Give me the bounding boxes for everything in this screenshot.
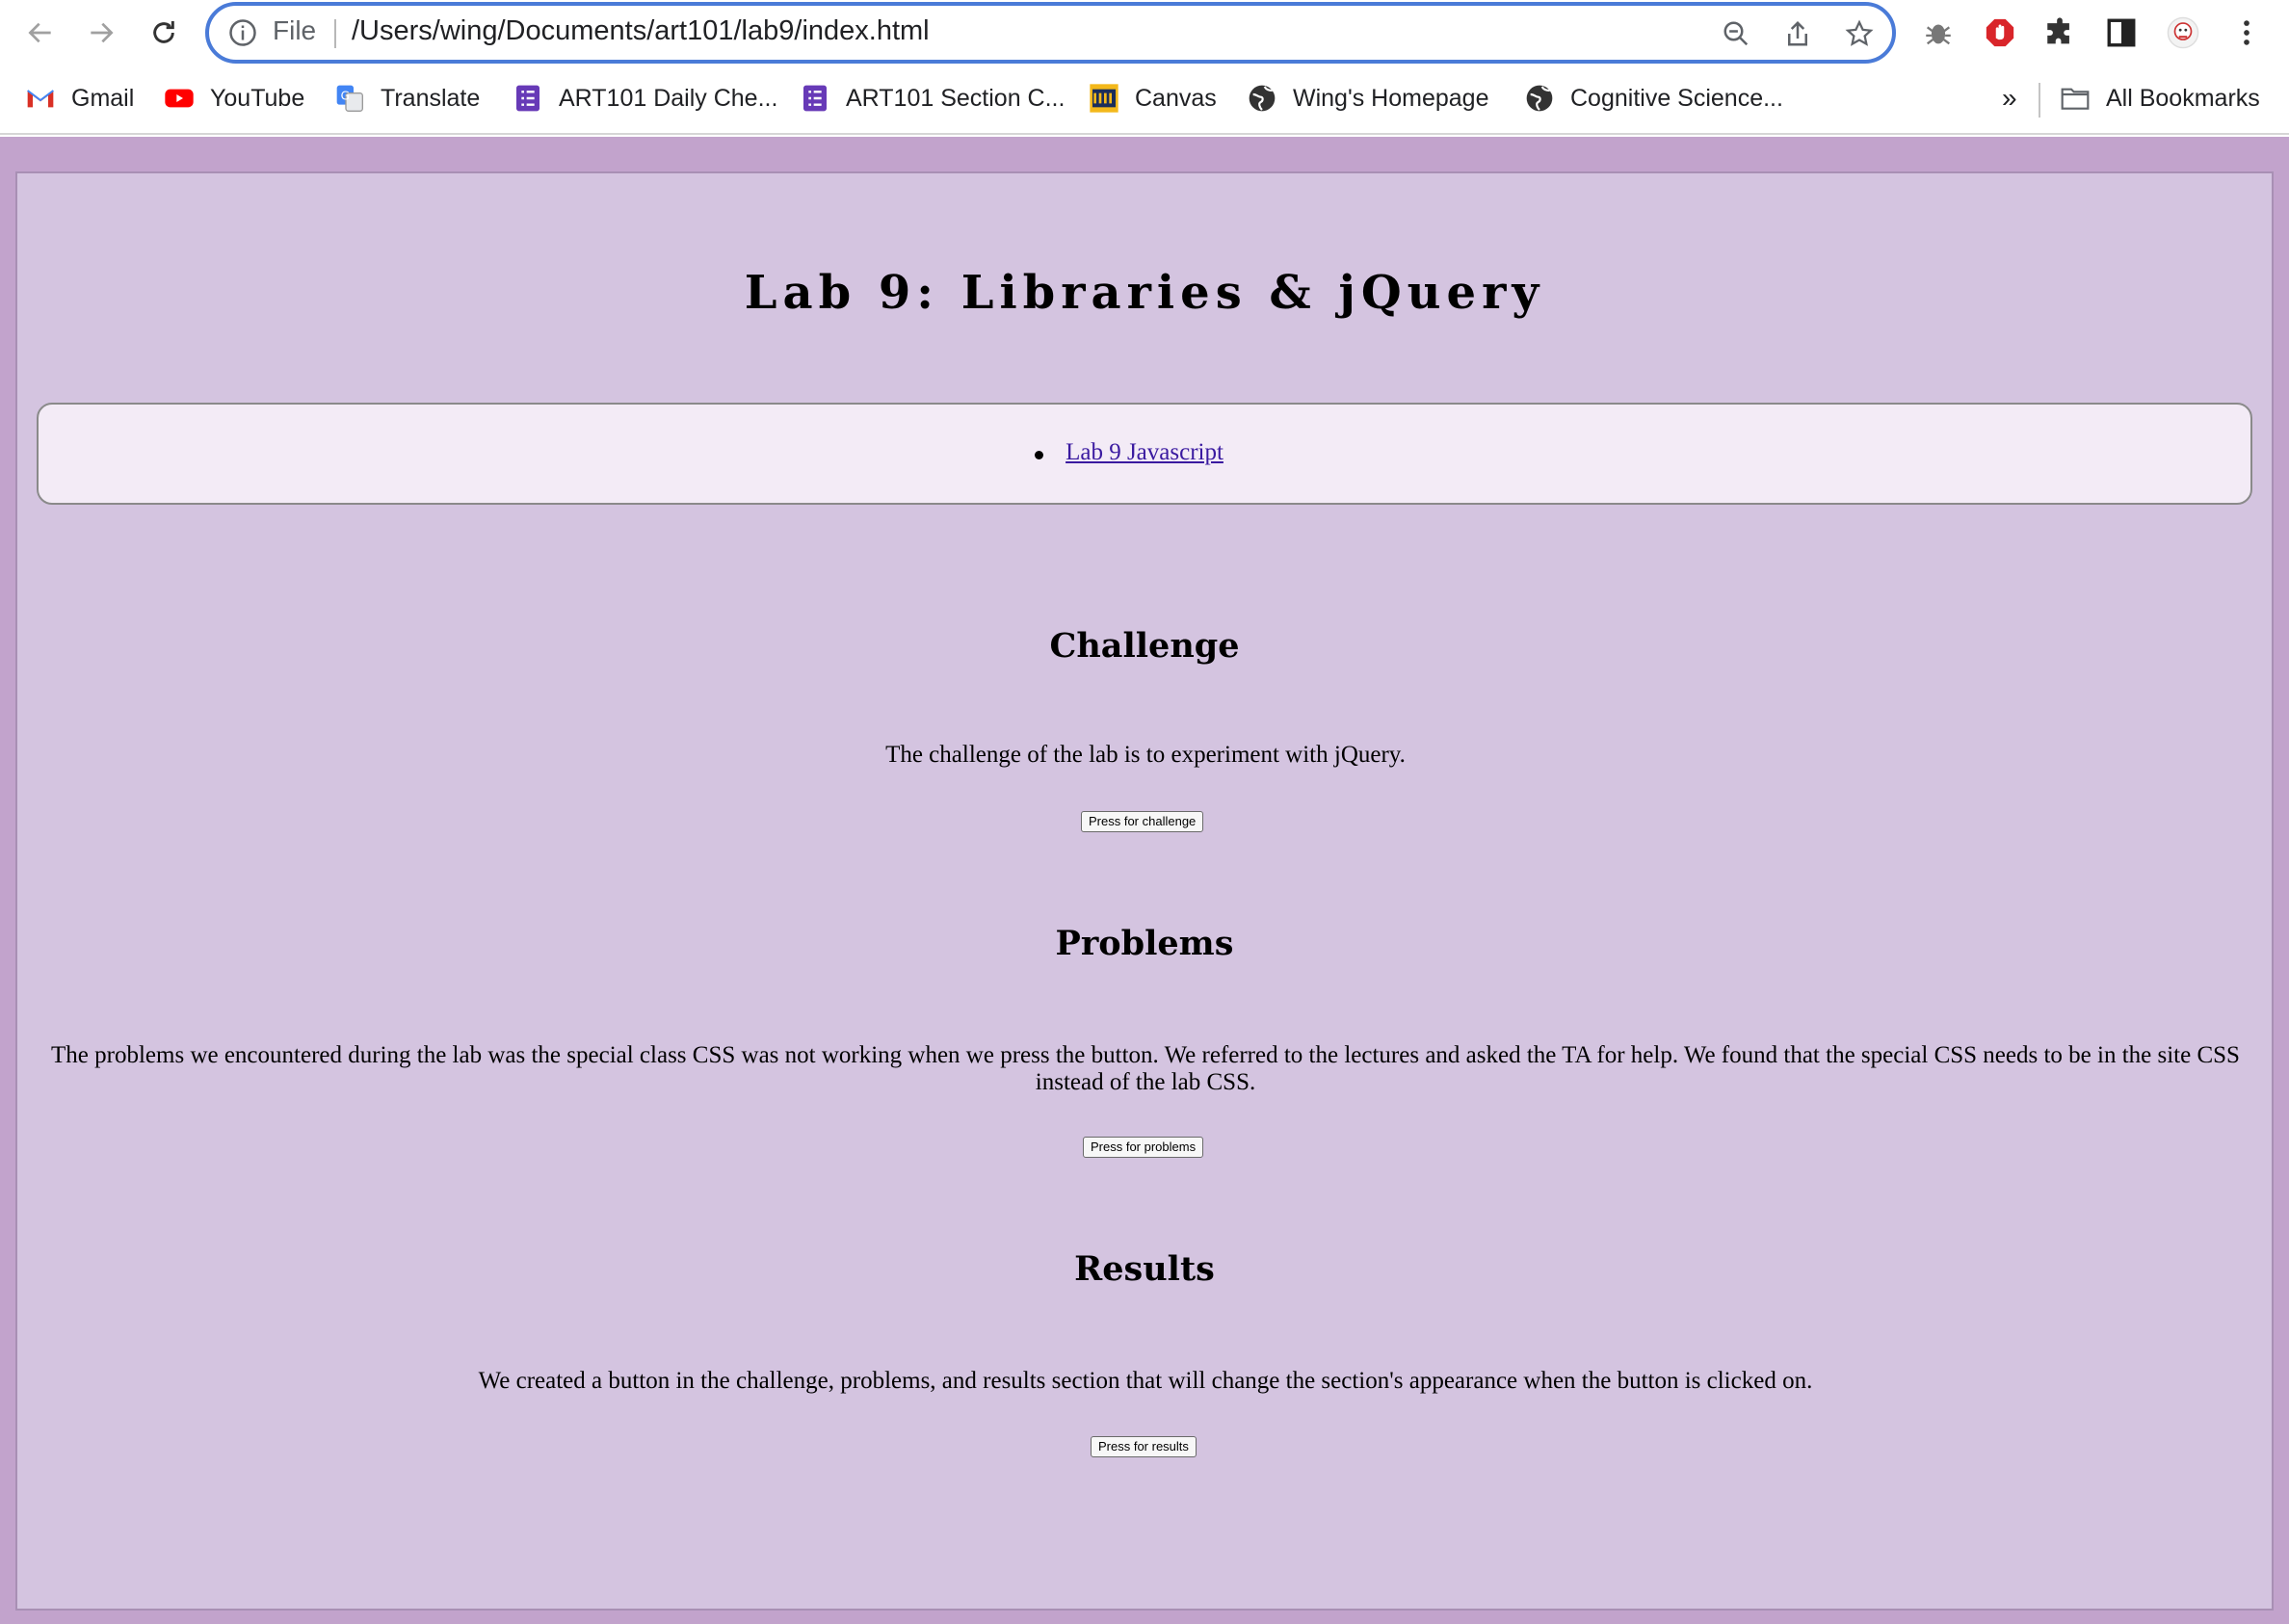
bug-extension-icon[interactable] bbox=[1919, 13, 1958, 52]
content-container: Lab 9: Libraries & jQuery Lab 9 Javascri… bbox=[15, 171, 2274, 1611]
youtube-icon bbox=[164, 83, 195, 114]
url-text[interactable]: /Users/wing/Documents/art101/lab9/index.… bbox=[352, 15, 930, 47]
reload-button[interactable] bbox=[141, 10, 187, 56]
results-button[interactable]: Press for results bbox=[1091, 1436, 1197, 1457]
translate-icon: G bbox=[334, 83, 365, 114]
zoom-out-icon[interactable] bbox=[1720, 17, 1752, 50]
challenge-text: The challenge of the lab is to experimen… bbox=[885, 742, 1406, 768]
bookmark-gmail[interactable]: Gmail bbox=[25, 79, 134, 118]
bookmark-art101-section[interactable]: ART101 Section C... bbox=[800, 79, 1065, 118]
side-panel-icon[interactable] bbox=[2102, 13, 2141, 52]
problems-text: The problems we encountered during the l… bbox=[51, 1042, 2240, 1095]
gmail-icon bbox=[25, 83, 56, 114]
profile-avatar[interactable] bbox=[2164, 13, 2202, 52]
results-text: We created a button in the challenge, pr… bbox=[478, 1368, 1813, 1394]
problems-heading: Problems bbox=[1055, 924, 1234, 963]
page-title: Lab 9: Libraries & jQuery bbox=[744, 266, 1545, 320]
scheme-label: File bbox=[273, 15, 317, 45]
address-bar[interactable]: File /Users/wing/Documents/art101/lab9/i… bbox=[205, 2, 1896, 64]
bookmarks-overflow-button[interactable]: » bbox=[2002, 79, 2017, 118]
forms-icon bbox=[513, 83, 543, 114]
extensions-puzzle-icon[interactable] bbox=[2040, 13, 2079, 52]
forward-arrow-icon bbox=[91, 22, 114, 43]
problems-button[interactable]: Press for problems bbox=[1083, 1137, 1204, 1158]
folder-icon bbox=[2060, 83, 2091, 114]
bookmarks-divider bbox=[2039, 83, 2040, 118]
bookmarks-bar: Gmail YouTube G Translate ART101 Daily C… bbox=[0, 65, 2289, 135]
forms-icon bbox=[800, 83, 830, 114]
challenge-heading: Challenge bbox=[1049, 626, 1240, 666]
bookmark-youtube[interactable]: YouTube bbox=[164, 79, 304, 118]
page-viewport: Lab 9: Libraries & jQuery Lab 9 Javascri… bbox=[0, 137, 2289, 1624]
forward-button[interactable] bbox=[78, 10, 124, 56]
bookmark-wings-homepage[interactable]: Wing's Homepage bbox=[1247, 79, 1488, 118]
svg-text:G: G bbox=[341, 89, 350, 102]
reload-icon bbox=[153, 21, 174, 43]
nav-item: Lab 9 Javascript bbox=[1035, 439, 1223, 466]
bookmark-star-icon[interactable] bbox=[1843, 17, 1876, 50]
back-arrow-icon bbox=[28, 22, 51, 43]
info-icon[interactable] bbox=[228, 18, 257, 47]
browser-toolbar: File /Users/wing/Documents/art101/lab9/i… bbox=[0, 0, 2289, 65]
bookmark-cognitive-science[interactable]: Cognitive Science... bbox=[1524, 79, 1783, 118]
menu-kebab-icon[interactable] bbox=[2227, 13, 2266, 52]
challenge-button[interactable]: Press for challenge bbox=[1081, 811, 1204, 832]
share-icon[interactable] bbox=[1781, 17, 1814, 50]
nav-list: Lab 9 Javascript bbox=[39, 439, 2250, 466]
adblock-icon[interactable] bbox=[1981, 13, 2019, 52]
nav-link-lab9-javascript[interactable]: Lab 9 Javascript bbox=[1066, 439, 1223, 465]
all-bookmarks-button[interactable]: All Bookmarks bbox=[2060, 79, 2260, 118]
omnibox-divider bbox=[334, 19, 336, 48]
results-heading: Results bbox=[1074, 1249, 1215, 1289]
globe-icon bbox=[1524, 83, 1555, 114]
globe-icon bbox=[1247, 83, 1277, 114]
bookmark-canvas[interactable]: Canvas bbox=[1089, 79, 1217, 118]
ucsc-icon bbox=[1089, 83, 1119, 114]
nav-menu: Lab 9 Javascript bbox=[37, 403, 2252, 505]
bookmark-art101-daily[interactable]: ART101 Daily Che... bbox=[513, 79, 777, 118]
bookmark-translate[interactable]: G Translate bbox=[334, 79, 480, 118]
back-button[interactable] bbox=[17, 10, 64, 56]
